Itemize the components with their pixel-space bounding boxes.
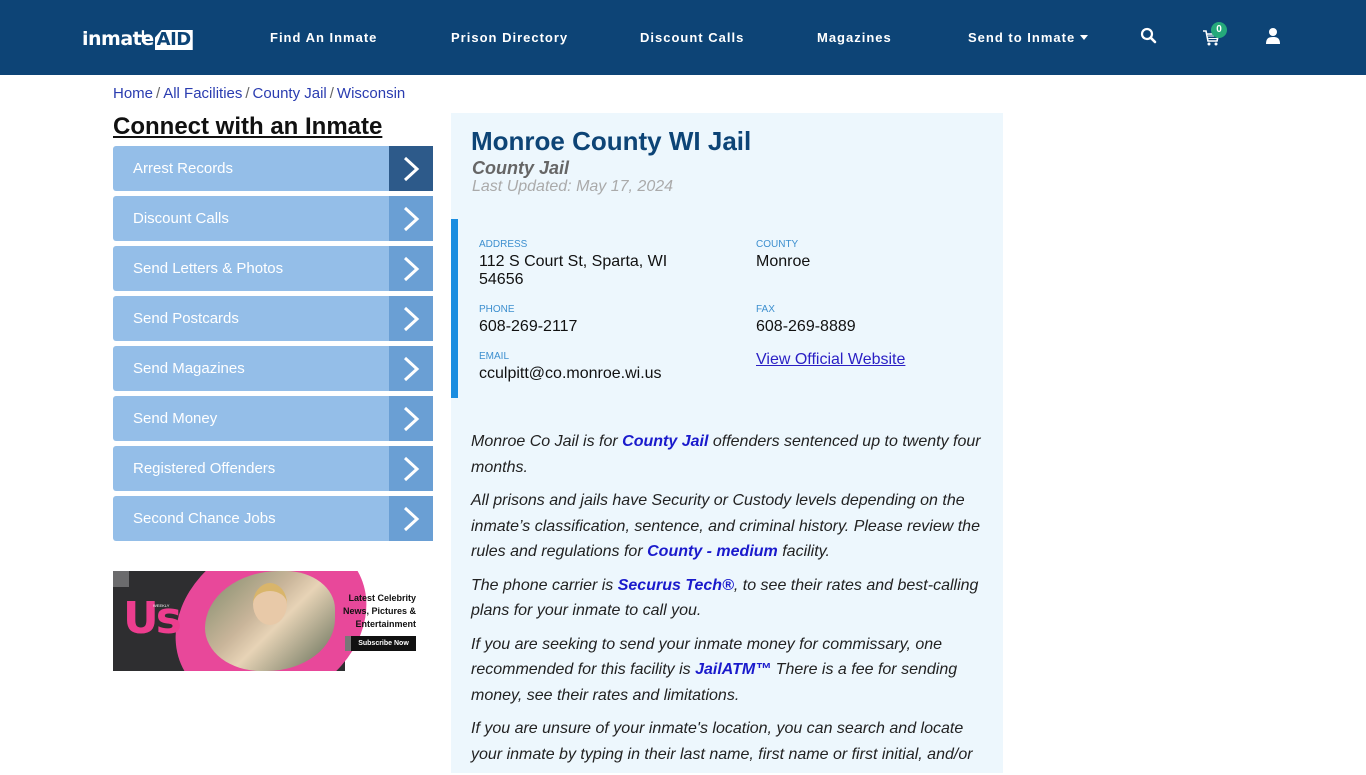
ad-line-1: Latest Celebrity [348,593,416,603]
nav-find-an-inmate[interactable]: Find An Inmate [270,30,377,45]
ad-line-2: News, Pictures & [342,606,416,616]
logo-aid-text: AID [154,29,193,50]
sidebar-item-send-letters-photos[interactable]: Send Letters & Photos [113,246,433,291]
sidebar-item-label: Discount Calls [133,210,229,227]
logo-plus-icon: + [135,25,151,47]
ad-corner-square [113,571,129,587]
sidebar-item-send-magazines[interactable]: Send Magazines [113,346,433,391]
sidebar-item-second-chance-jobs[interactable]: Second Chance Jobs [113,496,433,541]
sidebar-item-send-money[interactable]: Send Money [113,396,433,441]
nav-send-to-inmate[interactable]: Send to Inmate [968,30,1089,45]
chevron-right-icon [389,196,433,241]
address-value: 112 S Court St, Sparta, WI 54656 [479,253,667,289]
sidebar-item-label: Send Money [133,410,218,427]
sidebar-item-send-postcards[interactable]: Send Postcards [113,296,433,341]
user-icon[interactable] [1264,27,1282,45]
breadcrumb: Home / All Facilities / County Jail / Wisconsi… [113,85,405,102]
description-paragraph: The phone carrier is Securus Tech®, to s… [471,573,986,624]
nav-send-to-inmate-label: Send to Inmate [968,30,1076,45]
address-line-1: 112 S Court St, Sparta, WI [479,253,668,270]
view-official-website-link[interactable]: View Official Website [756,351,905,369]
breadcrumb-separator: / [245,85,250,102]
chevron-right-icon [389,246,433,291]
address-label: Address [479,239,528,250]
sidebar-item-label: Send Letters & Photos [133,260,284,277]
nav-prison-directory[interactable]: Prison Directory [451,30,568,45]
county-label: County [756,239,799,250]
chevron-right-icon [389,146,433,191]
sidebar-item-label: Second Chance Jobs [133,510,276,527]
text: facility. [777,543,830,560]
description-paragraph: All prisons and jails have Security or C… [471,488,986,565]
last-updated: Last Updated: May 17, 2024 [472,178,674,195]
us-weekly-logo: Us [123,593,182,644]
email-label: Email [479,351,510,362]
top-navigation-bar: inmate AID + Find An Inmate Prison Direc… [0,0,1366,75]
sidebar-item-registered-offenders[interactable]: Registered Offenders [113,446,433,491]
sidebar-item-discount-calls[interactable]: Discount Calls [113,196,433,241]
sidebar-item-arrest-records[interactable]: Arrest Records [113,146,433,191]
sidebar-menu: Arrest Records Discount Calls Send Lette… [113,146,433,546]
cart-count-badge: 0 [1211,22,1227,38]
county-value: Monroe [756,253,811,270]
facility-description: Monroe Co Jail is for County Jail offend… [471,429,986,775]
email-value: cculpitt@co.monroe.wi.us [479,365,662,382]
ad-subscribe-button[interactable]: Subscribe Now [345,636,416,651]
chevron-right-icon [389,446,433,491]
description-paragraph: Monroe Co Jail is for County Jail offend… [471,429,986,480]
text: The phone carrier is [471,576,618,594]
securus-tech-link[interactable]: Securus Tech® [618,577,734,594]
us-weekly-logo-sub: WEEKLY [153,603,170,608]
fax-value: 608-269-8889 [756,318,856,335]
breadcrumb-separator: / [329,85,334,102]
breadcrumb-home[interactable]: Home [113,85,153,102]
phone-label: Phone [479,304,515,315]
county-medium-link[interactable]: County - medium [647,543,778,560]
nav-discount-calls[interactable]: Discount Calls [640,30,744,45]
chevron-right-icon [389,396,433,441]
breadcrumb-county-jail[interactable]: County Jail [253,85,327,102]
facility-panel: Monroe County WI Jail County Jail Last U… [451,113,1003,773]
breadcrumb-wisconsin[interactable]: Wisconsin [337,85,405,102]
info-accent-bar [451,219,458,398]
sidebar-item-label: Arrest Records [133,160,234,177]
address-line-2: 54656 [479,271,524,288]
sidebar-item-label: Send Magazines [133,360,245,377]
nav-magazines[interactable]: Magazines [817,30,892,45]
county-jail-link[interactable]: County Jail [622,433,708,450]
sidebar-item-label: Send Postcards [133,310,239,327]
jailatm-link[interactable]: JailATM™ [695,661,771,678]
facility-title: Monroe County WI Jail [471,126,752,156]
sidebar-item-label: Registered Offenders [133,460,276,477]
chevron-right-icon [389,496,433,541]
ad-model-image [253,583,287,625]
breadcrumb-separator: / [156,85,161,102]
ad-line-3: Entertainment [355,619,416,629]
caret-down-icon [1080,35,1089,40]
sidebar-title: Connect with an Inmate [113,113,383,140]
search-icon[interactable] [1140,27,1158,45]
ad-headline: Latest Celebrity News, Pictures & Entert… [343,592,416,631]
description-paragraph: If you are seeking to send your inmate m… [471,632,986,709]
chevron-right-icon [389,296,433,341]
us-weekly-ad-banner[interactable]: Us WEEKLY Latest Celebrity News, Picture… [113,571,433,671]
phone-value: 608-269-2117 [479,318,578,335]
chevron-right-icon [389,346,433,391]
description-paragraph: If you are unsure of your inmate's locat… [471,720,973,763]
text: Monroe Co Jail is for [471,433,623,450]
facility-type: County Jail [472,158,570,178]
breadcrumb-all-facilities[interactable]: All Facilities [163,85,242,102]
fax-label: Fax [756,304,775,315]
